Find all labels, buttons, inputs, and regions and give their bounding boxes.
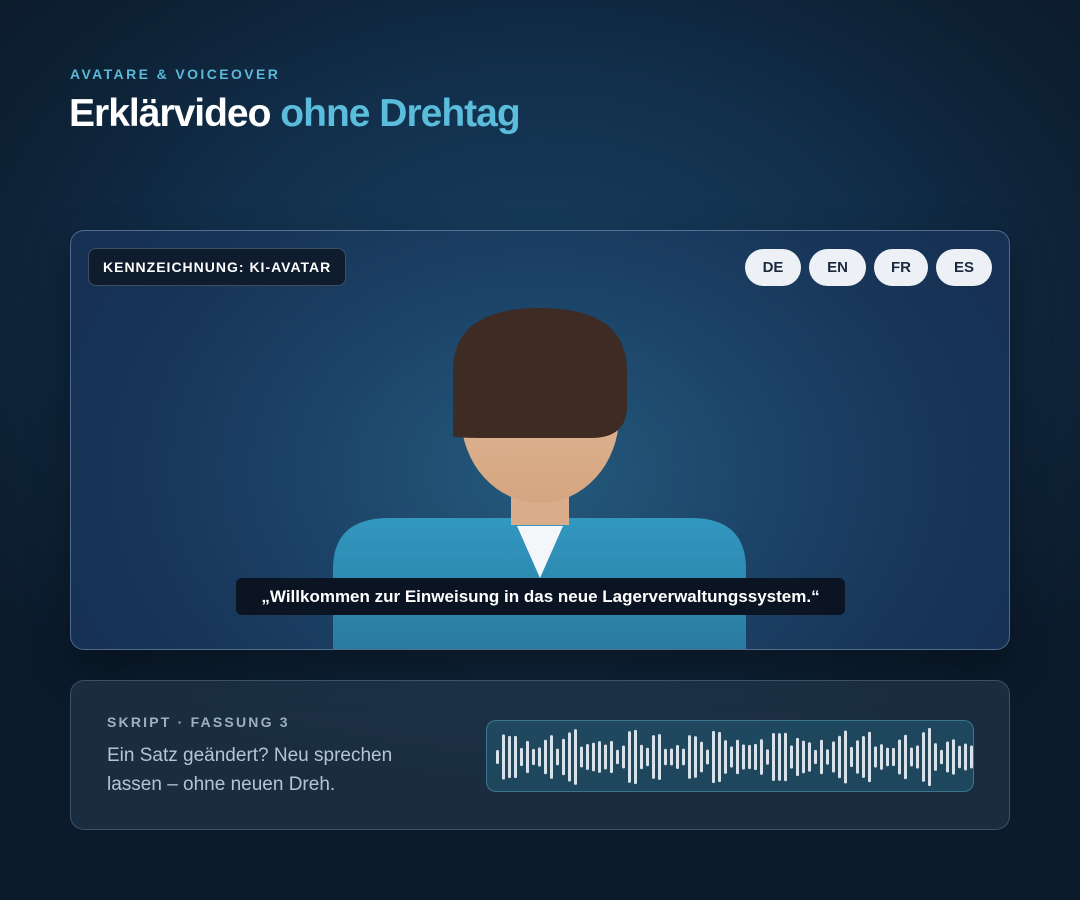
- waveform-bar: [580, 746, 583, 768]
- lang-button-es[interactable]: ES: [936, 249, 992, 286]
- waveform-bar: [964, 743, 967, 771]
- waveform-bar: [616, 749, 619, 765]
- waveform-bar: [796, 737, 799, 777]
- video-preview[interactable]: KENNZEICHNUNG: KI-AVATAR DE EN FR ES „Wi…: [70, 230, 1010, 650]
- waveform-bar: [538, 747, 541, 767]
- waveform-bar: [754, 743, 757, 771]
- waveform-bar: [550, 735, 553, 779]
- waveform-bar: [496, 750, 499, 764]
- waveform-bar: [778, 733, 781, 781]
- waveform-bar: [640, 744, 643, 770]
- waveform-bar: [772, 732, 775, 782]
- waveform-bar: [898, 739, 901, 775]
- waveform-bar: [652, 735, 655, 779]
- waveform-bar: [838, 735, 841, 779]
- waveform-bar: [706, 749, 709, 765]
- audio-waveform-icon[interactable]: [486, 720, 974, 792]
- waveform-bar: [532, 748, 535, 766]
- waveform-bar: [874, 746, 877, 768]
- waveform-bar: [646, 747, 649, 767]
- waveform-bar: [886, 747, 889, 767]
- waveform-bar: [544, 739, 547, 775]
- waveform-bar: [850, 746, 853, 768]
- waveform-bar: [832, 741, 835, 773]
- waveform-bar: [586, 744, 589, 770]
- waveform-bar: [862, 736, 865, 778]
- waveform-bar: [934, 743, 937, 771]
- waveform-bar: [520, 747, 523, 767]
- waveform-bar: [562, 738, 565, 776]
- waveform-bar: [610, 740, 613, 774]
- waveform-bar: [514, 735, 517, 779]
- waveform-bar: [904, 734, 907, 780]
- waveform-bar: [952, 739, 955, 775]
- lang-button-en[interactable]: EN: [809, 249, 866, 286]
- lang-button-de[interactable]: DE: [745, 249, 801, 286]
- waveform-bar: [946, 741, 949, 773]
- eyebrow-label: AVATARE & VOICEOVER: [70, 66, 281, 82]
- waveform-bar: [592, 742, 595, 772]
- waveform-bar: [742, 744, 745, 770]
- waveform-bar: [820, 739, 823, 775]
- script-version-label: SKRIPT · FASSUNG 3: [107, 714, 290, 730]
- waveform-bar: [694, 736, 697, 778]
- waveform-bar: [526, 740, 529, 774]
- waveform-bar: [922, 732, 925, 782]
- ai-avatar-badge: KENNZEICHNUNG: KI-AVATAR: [88, 248, 347, 286]
- waveform-bar: [502, 734, 505, 780]
- waveform-bar: [712, 730, 715, 784]
- title-accent: ohne Drehtag: [280, 92, 520, 135]
- waveform-bar: [910, 747, 913, 767]
- waveform-bar: [748, 744, 751, 770]
- waveform-bar: [928, 727, 931, 787]
- waveform-bar: [724, 740, 727, 774]
- waveform-bar: [604, 744, 607, 770]
- waveform-bar: [760, 739, 763, 775]
- waveform-bar: [508, 735, 511, 779]
- language-switcher: DE EN FR ES: [745, 249, 992, 286]
- waveform-bar: [664, 748, 667, 766]
- waveform-bar: [622, 745, 625, 769]
- waveform-bar: [628, 731, 631, 783]
- waveform-bar: [856, 740, 859, 774]
- waveform-bar: [940, 749, 943, 765]
- waveform-bar: [574, 729, 577, 785]
- waveform-bar: [568, 732, 571, 782]
- waveform-bar: [736, 739, 739, 775]
- waveform-bar: [892, 747, 895, 767]
- waveform-bar: [718, 731, 721, 783]
- script-description: Ein Satz geändert? Neu sprechen lassen –…: [107, 745, 393, 795]
- title-main: Erklärvideo: [69, 92, 271, 135]
- waveform-bar: [658, 733, 661, 781]
- waveform-bar: [634, 729, 637, 785]
- waveform-bar: [700, 741, 703, 773]
- waveform-bar: [784, 732, 787, 782]
- waveform-bar: [556, 748, 559, 766]
- waveform-bar: [868, 731, 871, 783]
- waveform-bar: [730, 746, 733, 768]
- waveform-bar: [688, 735, 691, 779]
- waveform-bar: [808, 742, 811, 772]
- waveform-bar: [970, 745, 973, 769]
- waveform-bar: [814, 749, 817, 765]
- waveform-bar: [826, 749, 829, 765]
- waveform-bar: [802, 740, 805, 774]
- page-title: Erklärvideo ohne Drehtag: [69, 92, 521, 136]
- waveform-bar: [790, 745, 793, 769]
- waveform-bars: [496, 727, 973, 787]
- waveform-bar: [880, 744, 883, 770]
- waveform-bar: [958, 745, 961, 769]
- waveform-bar: [766, 749, 769, 765]
- waveform-bar: [598, 741, 601, 773]
- waveform-bar: [682, 748, 685, 766]
- avatar-hair: [453, 308, 627, 438]
- waveform-bar: [676, 744, 679, 770]
- lang-button-fr[interactable]: FR: [874, 249, 928, 286]
- waveform-bar: [916, 745, 919, 769]
- waveform-bar: [670, 748, 673, 766]
- waveform-bar: [844, 730, 847, 784]
- script-panel: SKRIPT · FASSUNG 3 Ein Satz geändert? Ne…: [70, 680, 1010, 830]
- subtitle-caption: „Willkommen zur Einweisung in das neue L…: [236, 578, 845, 615]
